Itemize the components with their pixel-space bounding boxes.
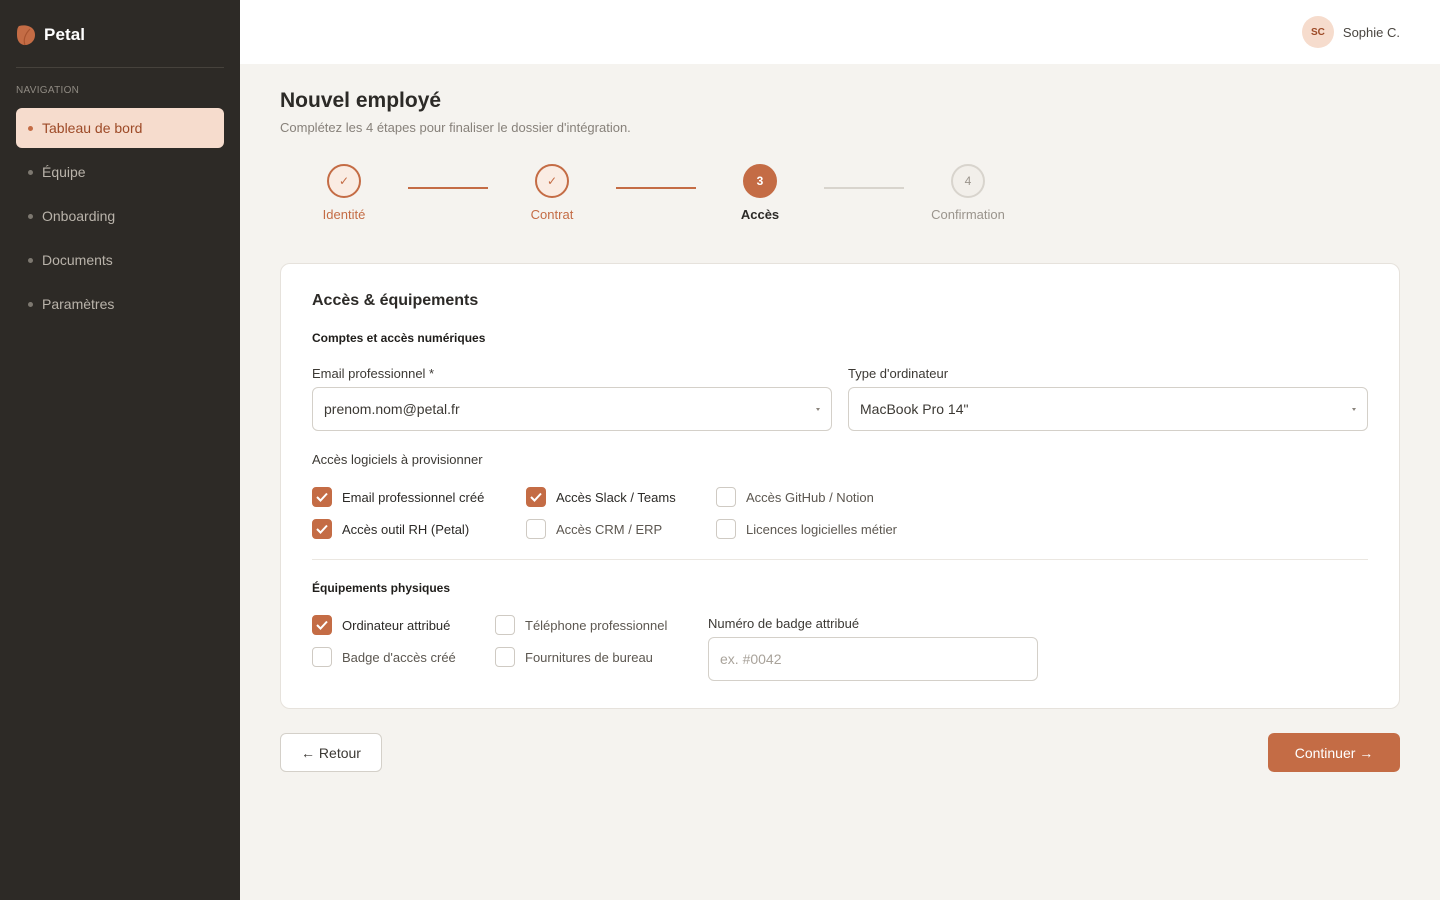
checkbox-computer-assigned[interactable]: Ordinateur attribué (312, 615, 450, 635)
sidebar-item-label: Paramètres (42, 296, 115, 312)
step-label: Contrat (530, 207, 574, 222)
checkbox-label: Licences logicielles métier (746, 521, 898, 537)
sidebar-item-dashboard[interactable]: Tableau de bord (16, 108, 224, 148)
sidebar-nav: Tableau de bord Équipe Onboarding Docume… (16, 108, 224, 328)
checkbox-slack-teams[interactable]: Accès Slack / Teams (526, 487, 676, 507)
badge-number-input[interactable] (708, 637, 1038, 681)
bullet-icon (28, 125, 33, 131)
sidebar-item-label: Documents (42, 252, 113, 268)
brand[interactable]: Petal (16, 24, 85, 46)
checkbox-box (526, 519, 546, 539)
step-number: 4 (951, 164, 985, 198)
checkbox-label: Accès Slack / Teams (556, 489, 676, 505)
sidebar-item-label: Onboarding (42, 208, 116, 224)
step-connector (408, 187, 488, 189)
step-connector (824, 187, 904, 189)
caret-down-icon (1352, 408, 1356, 411)
computer-type-value: MacBook Pro 14" (860, 401, 969, 417)
checkmark-icon (312, 519, 332, 539)
user-name: Sophie C. (1342, 24, 1400, 40)
step-label: Identité (322, 207, 366, 222)
sidebar-item-settings[interactable]: Paramètres (16, 284, 224, 324)
checkbox-crm-erp[interactable]: Accès CRM / ERP (526, 519, 662, 539)
checkbox-label: Accès CRM / ERP (556, 521, 663, 537)
topbar: SC Sophie C. (240, 0, 1440, 64)
section-title-digital: Comptes et accès numériques (312, 331, 486, 345)
user-menu[interactable]: SC Sophie C. (1301, 16, 1400, 48)
checkmark-icon (312, 487, 332, 507)
step-check-icon: ✓ (535, 164, 569, 198)
step-access[interactable]: 3 Accès (700, 164, 820, 222)
checkbox-box (312, 647, 332, 667)
section-title-physical: Équipements physiques (312, 581, 451, 595)
step-connector (616, 187, 696, 189)
section-divider (312, 559, 1368, 560)
checkbox-box (716, 519, 736, 539)
checkbox-label: Accès outil RH (Petal) (342, 521, 470, 537)
checkbox-pro-phone[interactable]: Téléphone professionnel (495, 615, 667, 635)
step-number: 3 (743, 164, 777, 198)
petal-logo-icon (17, 25, 35, 46)
checkbox-pro-email[interactable]: Email professionnel créé (312, 487, 484, 507)
checkbox-business-licenses[interactable]: Licences logicielles métier (716, 519, 897, 539)
checkbox-github-notion[interactable]: Accès GitHub / Notion (716, 487, 874, 507)
bullet-icon (28, 257, 33, 263)
checkbox-box (716, 487, 736, 507)
checkbox-label: Accès GitHub / Notion (746, 489, 874, 505)
card-title: Accès & équipements (312, 292, 479, 309)
caret-down-icon (816, 408, 820, 411)
badge-number-label: Numéro de badge attribué (708, 616, 860, 631)
checkbox-label: Email professionnel créé (342, 489, 485, 505)
checkmark-icon (312, 615, 332, 635)
checkmark-icon (526, 487, 546, 507)
sidebar: Petal NAVIGATION Tableau de bord Équipe … (0, 0, 240, 900)
checkbox-label: Ordinateur attribué (342, 617, 451, 633)
checkbox-hr-tool[interactable]: Accès outil RH (Petal) (312, 519, 469, 539)
computer-type-select[interactable]: MacBook Pro 14" (848, 387, 1368, 431)
checkbox-label: Badge d'accès créé (342, 649, 456, 665)
step-label: Accès (740, 207, 780, 222)
step-label: Confirmation (931, 207, 1005, 222)
brand-name: Petal (44, 25, 86, 44)
email-select-value: prenom.nom@petal.fr (324, 401, 460, 417)
page-subtitle: Complétez les 4 étapes pour finaliser le… (280, 120, 631, 135)
checkbox-access-badge[interactable]: Badge d'accès créé (312, 647, 456, 667)
email-select[interactable]: prenom.nom@petal.fr (312, 387, 832, 431)
computer-type-label: Type d'ordinateur (848, 366, 949, 381)
sidebar-item-team[interactable]: Équipe (16, 152, 224, 192)
sidebar-item-onboarding[interactable]: Onboarding (16, 196, 224, 236)
step-contract[interactable]: ✓ Contrat (492, 164, 612, 222)
bullet-icon (28, 213, 33, 219)
email-label: Email professionnel * (312, 366, 435, 381)
checkbox-label: Fournitures de bureau (525, 649, 653, 665)
sidebar-divider (16, 67, 224, 68)
avatar: SC (1301, 16, 1334, 48)
bullet-icon (28, 169, 33, 175)
sidebar-item-documents[interactable]: Documents (16, 240, 224, 280)
step-confirmation[interactable]: 4 Confirmation (908, 164, 1028, 222)
sidebar-item-label: Tableau de bord (42, 120, 143, 136)
nav-heading: NAVIGATION (16, 85, 80, 96)
back-button[interactable]: ← Retour (280, 733, 382, 772)
access-equipment-card: Accès & équipements Comptes et accès num… (280, 263, 1400, 709)
checkbox-label: Téléphone professionnel (525, 617, 668, 633)
bullet-icon (28, 301, 33, 307)
software-access-label: Accès logiciels à provisionner (312, 452, 483, 467)
page-title: Nouvel employé (280, 89, 442, 112)
step-identity[interactable]: ✓ Identité (284, 164, 404, 222)
step-check-icon: ✓ (327, 164, 361, 198)
checkbox-box (495, 615, 515, 635)
checkbox-office-supplies[interactable]: Fournitures de bureau (495, 647, 653, 667)
checkbox-box (495, 647, 515, 667)
sidebar-item-label: Équipe (42, 164, 86, 180)
continue-button[interactable]: Continuer → (1268, 733, 1400, 772)
